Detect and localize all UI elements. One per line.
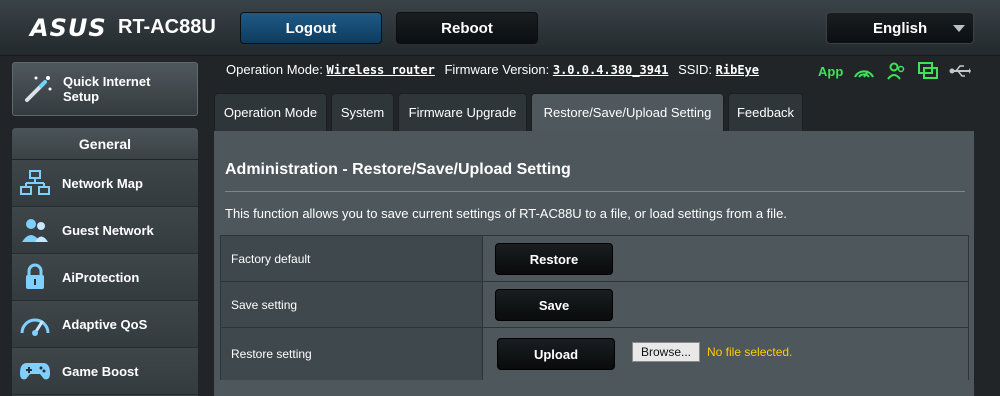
magic-wand-icon: [21, 72, 55, 106]
speedometer-icon: [18, 307, 52, 341]
quick-setup-label-line2: Setup: [63, 89, 100, 104]
tab-system[interactable]: System: [331, 93, 394, 131]
general-menu-title: General: [12, 128, 198, 160]
status-icons: App: [818, 62, 972, 80]
tab-feedback[interactable]: Feedback: [728, 93, 803, 131]
language-select[interactable]: English: [826, 12, 974, 44]
firmware-version-link[interactable]: 3.0.0.4.380_3941: [553, 63, 669, 77]
settings-panel: Administration - Restore/Save/Upload Set…: [214, 131, 974, 396]
asus-logo: ASUS: [30, 14, 107, 42]
sidebar-item-adaptive-qos[interactable]: Adaptive QoS: [12, 301, 198, 348]
general-menu: General Network Map Guest Network AiProt…: [12, 128, 198, 396]
quick-internet-setup-button[interactable]: Quick Internet Setup: [12, 62, 198, 116]
sidebar-item-aiprotection[interactable]: AiProtection: [12, 254, 198, 301]
ssid-label: SSID:: [678, 62, 713, 77]
app-link[interactable]: App: [818, 64, 843, 79]
row-label: Restore setting: [221, 328, 483, 380]
settings-table: Factory default Restore Save setting Sav…: [220, 235, 969, 380]
ssid-link[interactable]: RibEye: [716, 63, 759, 77]
router-model: RT-AC88U: [118, 16, 216, 38]
sidebar-item-network-map[interactable]: Network Map: [12, 160, 198, 207]
table-row: Restore setting Upload Browse... No file…: [221, 328, 968, 380]
operation-mode-label: Operation Mode:: [226, 62, 323, 77]
quick-setup-label-line1: Quick Internet: [63, 74, 151, 89]
wifi-signal-icon[interactable]: [853, 62, 875, 80]
table-row: Factory default Restore: [221, 236, 968, 282]
sidebar-item-label: Adaptive QoS: [62, 316, 148, 332]
sidebar-item-game-boost[interactable]: Game Boost: [12, 348, 198, 395]
save-button[interactable]: Save: [495, 289, 613, 321]
tab-firmware-upgrade[interactable]: Firmware Upgrade: [398, 93, 527, 131]
sidebar-item-guest-network[interactable]: Guest Network: [12, 207, 198, 254]
row-label: Save setting: [221, 282, 483, 327]
tab-restore-save-upload[interactable]: Restore/Save/Upload Setting: [531, 93, 724, 131]
chevron-down-icon: [953, 25, 965, 32]
title-divider: [225, 191, 965, 192]
operation-mode-link[interactable]: Wireless router: [326, 63, 434, 77]
usb-icon[interactable]: [949, 62, 972, 80]
sidebar-item-label: Network Map: [62, 175, 143, 191]
table-row: Save setting Save: [221, 282, 968, 328]
row-label: Factory default: [221, 236, 483, 281]
page-title: Administration - Restore/Save/Upload Set…: [225, 161, 571, 178]
lock-icon: [18, 260, 52, 294]
monitor-icon[interactable]: [917, 62, 939, 80]
sidebar-item-label: AiProtection: [62, 269, 140, 285]
page-description: This function allows you to save current…: [225, 206, 787, 221]
sidebar-item-label: Game Boost: [62, 363, 139, 379]
tab-operation-mode[interactable]: Operation Mode: [214, 93, 327, 131]
sidebar-item-label: Guest Network: [62, 222, 154, 238]
guest-network-icon: [18, 213, 52, 247]
upload-button[interactable]: Upload: [497, 338, 615, 370]
logout-button[interactable]: Logout: [240, 12, 382, 44]
browse-file-button[interactable]: Browse...: [632, 342, 700, 362]
firmware-label: Firmware Version:: [444, 62, 550, 77]
status-info-bar: Operation Mode: Wireless router Firmware…: [226, 62, 759, 77]
gamepad-icon: [18, 354, 52, 388]
language-value: English: [873, 19, 928, 37]
network-map-icon: [18, 166, 52, 200]
file-status-text: No file selected.: [707, 345, 793, 359]
users-icon[interactable]: [885, 62, 907, 80]
reboot-button[interactable]: Reboot: [396, 12, 538, 44]
restore-button[interactable]: Restore: [495, 243, 613, 275]
top-bar: ASUS RT-AC88U Logout Reboot English: [0, 0, 1000, 56]
